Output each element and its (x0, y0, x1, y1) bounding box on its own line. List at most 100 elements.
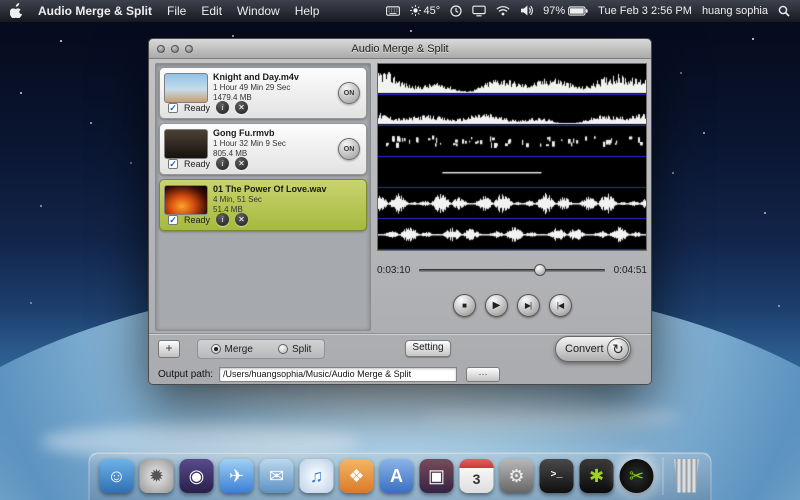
display-menu-icon[interactable] (472, 5, 486, 17)
dock-icon-terminal[interactable]: >_ (540, 459, 574, 493)
remove-button[interactable]: ✕ (235, 157, 248, 170)
dock-icon-safari[interactable]: ✈ (220, 459, 254, 493)
file-name: Knight and Day.m4v (213, 72, 362, 83)
convert-label: Convert (565, 343, 604, 355)
merge-radio-dot[interactable] (211, 344, 221, 354)
dock-icon-finder[interactable]: ☺ (100, 459, 134, 493)
mode-group: Merge Split (197, 339, 325, 359)
total-time: 0:04:51 (614, 265, 647, 276)
dock: ☺✹◉✈✉♫❖A▣3⚙>_✱✂ (89, 452, 712, 500)
menu-help[interactable]: Help (295, 4, 320, 18)
stop-button[interactable]: ■ (453, 294, 476, 317)
dock-icon-calendar[interactable]: 3 (460, 459, 494, 493)
volume-menu-icon[interactable] (520, 5, 533, 16)
clock-menu-icon[interactable] (450, 5, 462, 17)
output-path-input[interactable] (219, 367, 457, 382)
merge-label: Merge (225, 344, 253, 355)
file-item[interactable]: Knight and Day.m4v 1 Hour 49 Min 29 Sec … (159, 67, 367, 119)
minimize-button[interactable] (171, 45, 179, 53)
dock-icon-preferences[interactable]: ⚙ (500, 459, 534, 493)
on-toggle-button[interactable]: ON (338, 138, 360, 160)
file-item[interactable]: Gong Fu.rmvb 1 Hour 32 Min 9 Sec 805.4 M… (159, 123, 367, 175)
file-item-selected[interactable]: 01 The Power Of Love.wav 4 Min, 51 Sec 5… (159, 179, 367, 231)
waveform-canvas (377, 63, 647, 251)
video-thumbnail (164, 129, 208, 159)
menu-window[interactable]: Window (237, 4, 280, 18)
ready-label: Ready (184, 159, 210, 169)
remove-button[interactable]: ✕ (235, 213, 248, 226)
sun-icon (410, 5, 421, 16)
dock-separator (663, 457, 664, 495)
traffic-lights (157, 45, 193, 53)
file-name: Gong Fu.rmvb (213, 128, 362, 139)
file-list-panel: Knight and Day.m4v 1 Hour 49 Min 29 Sec … (155, 63, 371, 331)
dock-icon-photos[interactable]: ❖ (340, 459, 374, 493)
battery-menu[interactable]: 97% (543, 5, 588, 17)
dock-icon-launchpad[interactable]: ✹ (140, 459, 174, 493)
menu-edit[interactable]: Edit (201, 4, 222, 18)
battery-icon (568, 6, 588, 16)
output-path-label: Output path: (158, 369, 213, 380)
ready-checkbox[interactable]: ✓ (168, 215, 178, 225)
close-button[interactable] (157, 45, 165, 53)
dock-icon-mail[interactable]: ✉ (260, 459, 294, 493)
progress-slider[interactable] (419, 269, 604, 272)
cloud (420, 404, 680, 430)
apple-icon (10, 3, 23, 18)
ready-label: Ready (184, 103, 210, 113)
progress-knob[interactable] (534, 264, 546, 276)
dock-icon-itunes[interactable]: ♫ (300, 459, 334, 493)
window-title: Audio Merge & Split (351, 43, 448, 55)
menubar-app-name[interactable]: Audio Merge & Split (38, 4, 152, 18)
app-window: Audio Merge & Split Knight and Day.m4v 1… (148, 38, 652, 385)
zoom-button[interactable] (185, 45, 193, 53)
output-path-row: Output path: ··· (149, 364, 651, 384)
info-button[interactable]: i (216, 157, 229, 170)
trash-icon[interactable] (673, 459, 701, 493)
elapsed-time: 0:03:10 (377, 265, 410, 276)
convert-button[interactable]: Convert ↻ (555, 336, 631, 362)
title-bar[interactable]: Audio Merge & Split (149, 39, 651, 59)
dock-icons: ☺✹◉✈✉♫❖A▣3⚙>_✱✂ (100, 459, 654, 493)
menubar-user[interactable]: huang sophia (702, 5, 768, 17)
ready-checkbox[interactable]: ✓ (168, 103, 178, 113)
file-name: 01 The Power Of Love.wav (213, 184, 362, 195)
dock-icon-appstore[interactable]: A (380, 459, 414, 493)
spotlight-icon[interactable] (778, 5, 790, 17)
menubar-clock[interactable]: Tue Feb 3 2:56 PM (598, 5, 692, 17)
convert-arrow-icon: ↻ (607, 338, 629, 360)
dock-icon-dashboard[interactable]: ◉ (180, 459, 214, 493)
split-label: Split (292, 344, 311, 355)
waveform-panel: 0:03:10 0:04:51 ■ ▶ ▶| |◀ (377, 63, 647, 317)
input-menu-icon[interactable] (386, 6, 400, 16)
wifi-menu-icon[interactable] (496, 5, 510, 16)
ready-label: Ready (184, 215, 210, 225)
next-button[interactable]: ▶| (517, 294, 540, 317)
apple-menu[interactable] (10, 3, 23, 18)
merge-radio[interactable]: Merge (211, 344, 253, 355)
weather-menu[interactable]: 45° (410, 5, 441, 17)
battery-percent: 97% (543, 5, 565, 17)
ready-checkbox[interactable]: ✓ (168, 159, 178, 169)
video-thumbnail (164, 73, 208, 103)
setting-button[interactable]: Setting (405, 340, 451, 357)
menu-file[interactable]: File (167, 4, 186, 18)
info-button[interactable]: i (216, 213, 229, 226)
file-duration: 4 Min, 51 Sec (213, 195, 362, 205)
dock-icon-audio-merge-split[interactable]: ✂ (620, 459, 654, 493)
menu-bar: Audio Merge & Split File Edit Window Hel… (0, 0, 800, 22)
add-file-button[interactable]: + (158, 340, 180, 358)
browse-button[interactable]: ··· (466, 367, 500, 382)
remove-button[interactable]: ✕ (235, 101, 248, 114)
temperature-text: 45° (424, 5, 441, 17)
split-radio-dot[interactable] (278, 344, 288, 354)
audio-thumbnail (164, 185, 208, 215)
on-toggle-button[interactable]: ON (338, 82, 360, 104)
cloud (180, 383, 600, 405)
play-button[interactable]: ▶ (485, 294, 508, 317)
dock-icon-photobooth[interactable]: ▣ (420, 459, 454, 493)
split-radio[interactable]: Split (278, 344, 311, 355)
info-button[interactable]: i (216, 101, 229, 114)
dock-icon-utilities[interactable]: ✱ (580, 459, 614, 493)
previous-button[interactable]: |◀ (549, 294, 572, 317)
